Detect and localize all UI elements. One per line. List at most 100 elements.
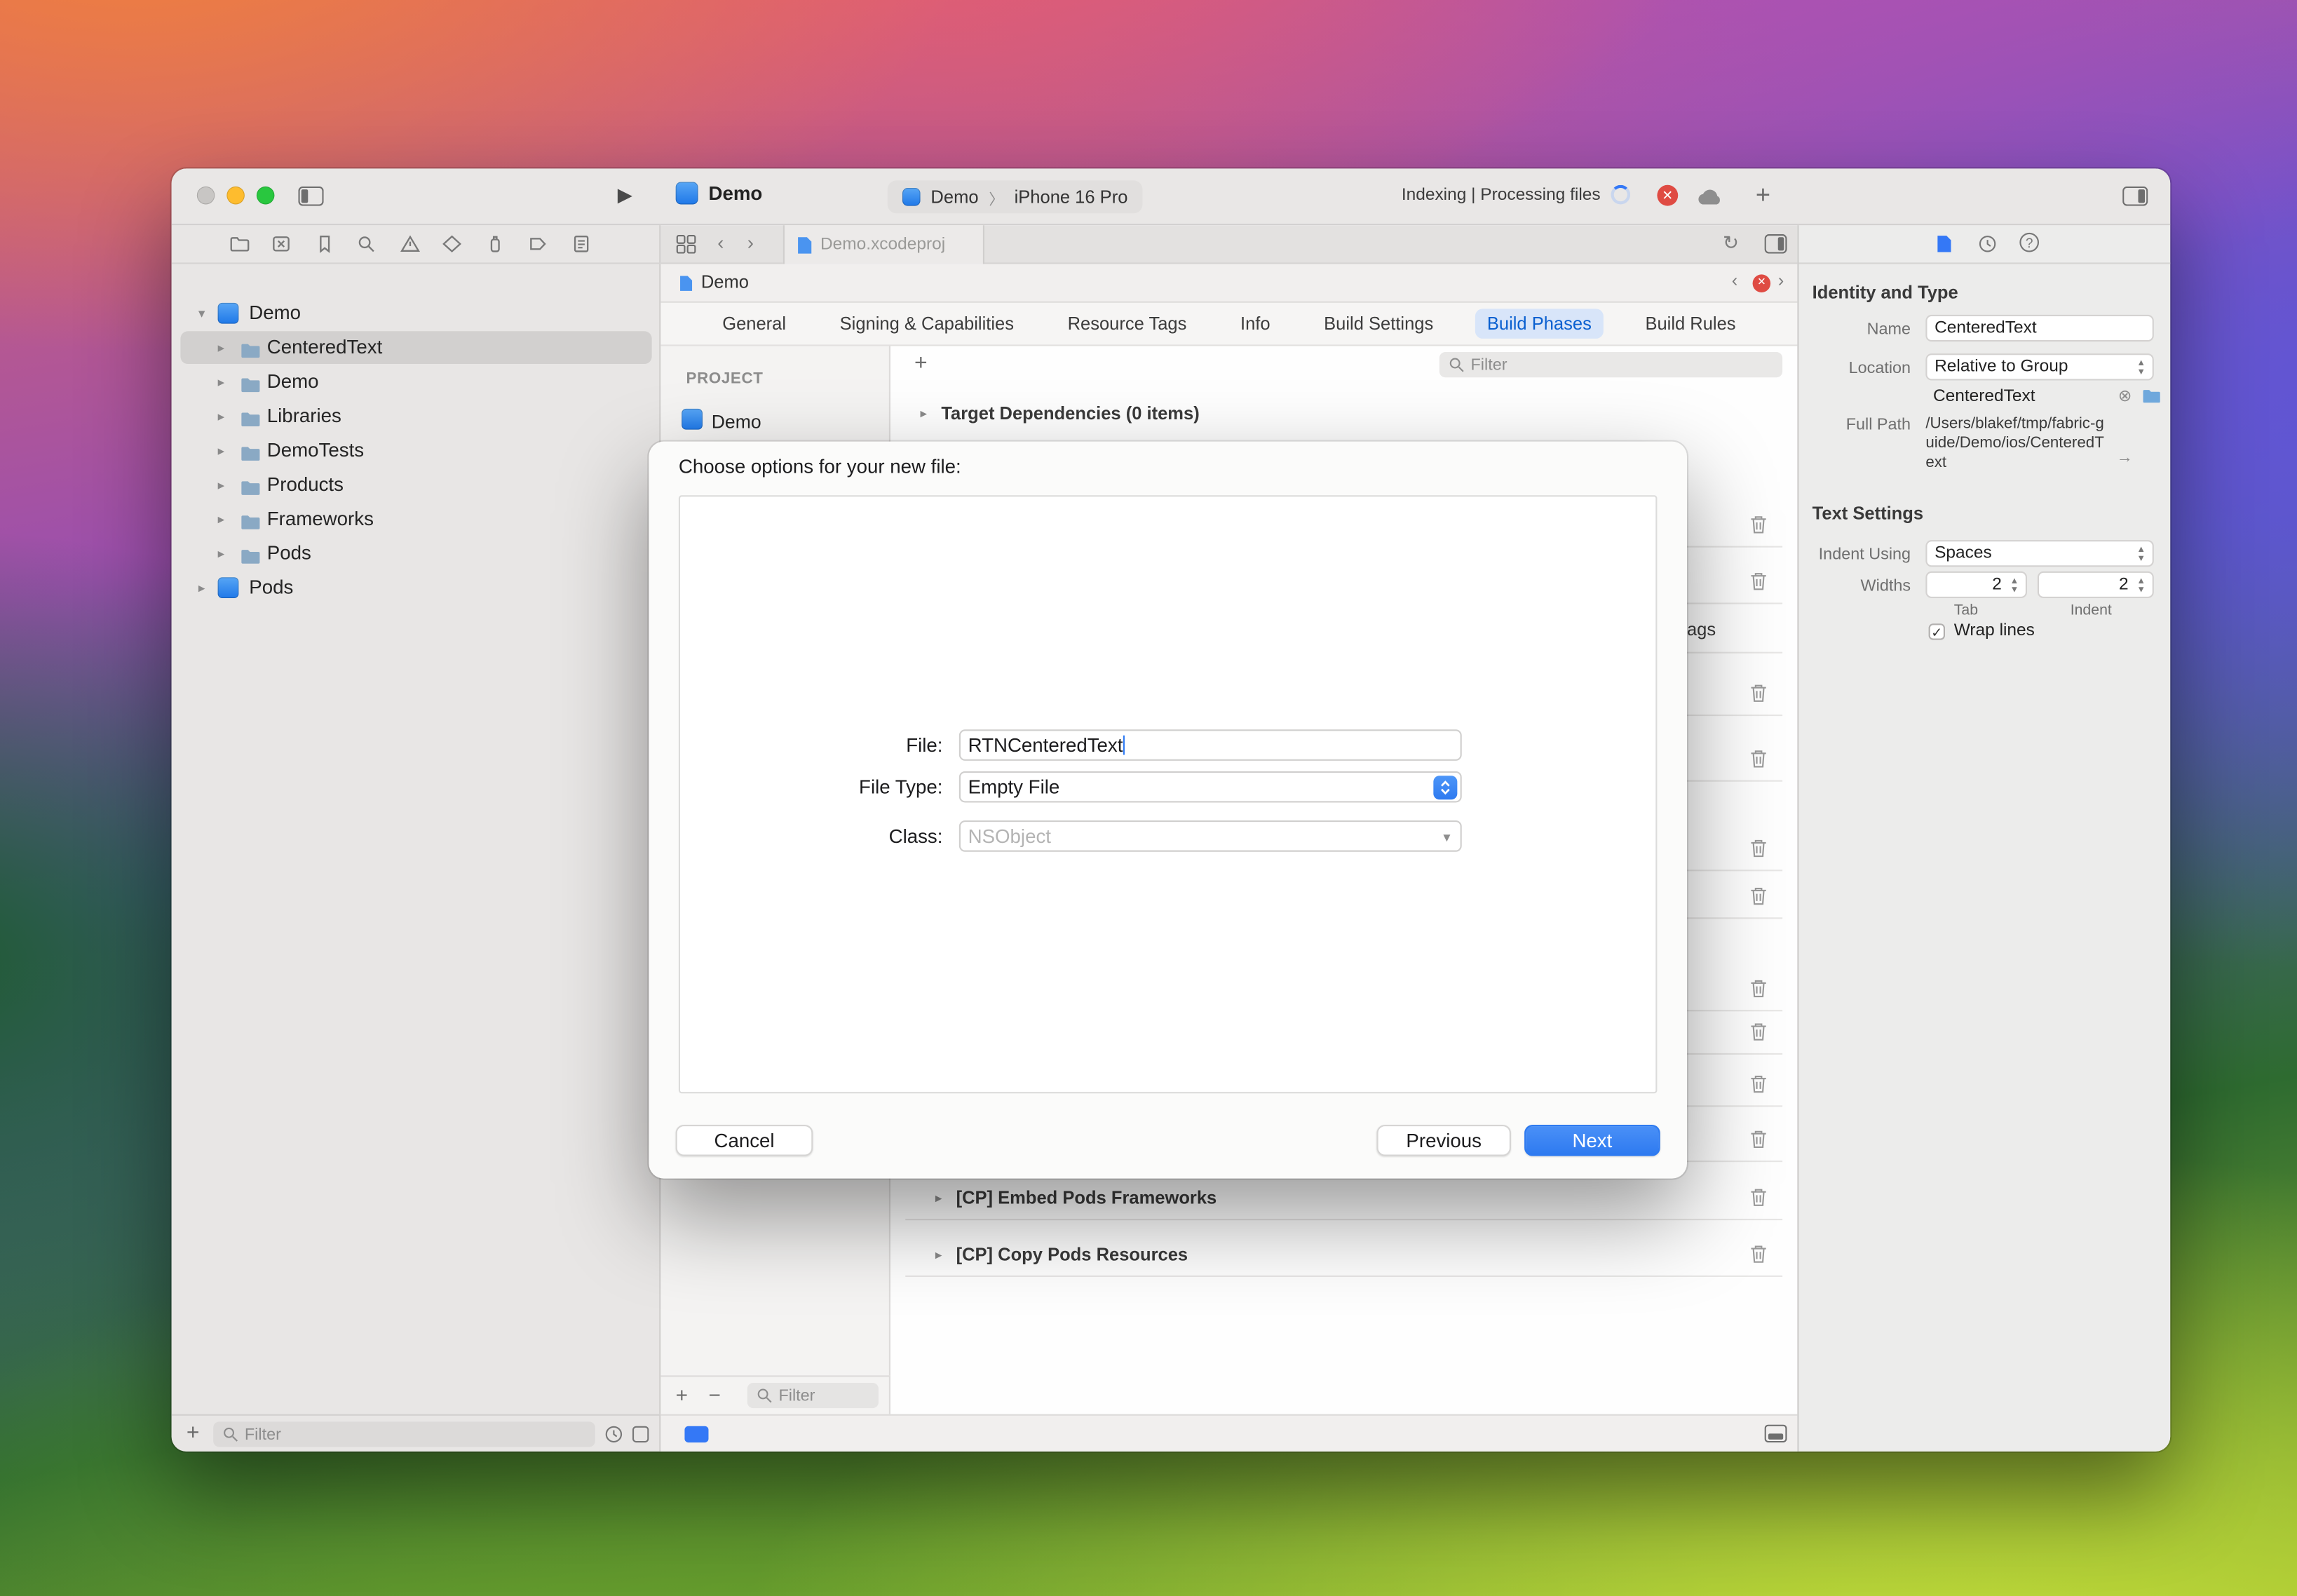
phases-header[interactable]: Target Dependencies (0 items)	[941, 403, 1199, 424]
adjust-editor-icon[interactable]	[684, 1426, 708, 1442]
help-inspector-icon[interactable]: ?	[2019, 233, 2039, 252]
tree-item-demo-group[interactable]: ▸ Demo	[180, 365, 651, 398]
tree-item-libraries[interactable]: ▸ Libraries	[180, 400, 651, 433]
tab-build-phases[interactable]: Build Phases	[1475, 309, 1604, 339]
tree-item-demo-project[interactable]: ▾ Demo	[180, 297, 651, 330]
location-popup[interactable]: Relative to Group ▲▼	[1925, 353, 2153, 380]
tree-item-demotests[interactable]: ▸ DemoTests	[180, 434, 651, 467]
issues-navigator-icon[interactable]	[400, 234, 421, 258]
disclosure-chevron-icon[interactable]: ▸	[935, 1175, 942, 1220]
disclosure-chevron-icon[interactable]: ▸	[218, 503, 225, 536]
disclosure-chevron-icon[interactable]: ▾	[198, 297, 205, 330]
inspector-toggle-icon[interactable]	[2122, 187, 2148, 210]
trash-icon[interactable]	[1749, 1074, 1768, 1098]
close-button[interactable]	[197, 187, 215, 205]
add-file-button[interactable]: +	[187, 1420, 200, 1445]
add-build-phase-button[interactable]: +	[914, 351, 928, 376]
file-name-input[interactable]: RTNCenteredText	[959, 729, 1462, 761]
class-combobox[interactable]: NSObject ▼	[959, 820, 1462, 852]
file-inspector-icon[interactable]	[1936, 234, 1952, 258]
navigator-toggle-icon[interactable]	[298, 187, 323, 210]
previous-button[interactable]: Previous	[1376, 1125, 1510, 1156]
trash-icon[interactable]	[1749, 572, 1768, 595]
history-inspector-icon[interactable]	[1978, 234, 1998, 258]
disclosure-chevron-icon[interactable]: ▸	[218, 365, 225, 398]
tab-info[interactable]: Info	[1228, 309, 1282, 339]
back-button[interactable]: ‹	[717, 231, 724, 254]
build-phase-row-copy-pods[interactable]: ▸ [CP] Copy Pods Resources	[905, 1232, 1782, 1277]
jump-bar-item[interactable]: Demo	[701, 271, 749, 292]
stepper-arrows-icon[interactable]: ▲▼	[2133, 576, 2149, 595]
disclosure-chevron-icon[interactable]: ▸	[935, 1232, 942, 1277]
tab-demo-xcodeproj[interactable]: Demo.xcodeproj	[783, 225, 984, 264]
tab-general[interactable]: General	[710, 309, 798, 339]
forward-button[interactable]: ›	[747, 231, 754, 254]
disclosure-chevron-icon[interactable]: ▸	[218, 434, 225, 467]
source-control-icon[interactable]	[271, 234, 292, 258]
jump-to-path-icon[interactable]: →	[2117, 449, 2133, 467]
disclosure-chevron-icon[interactable]: ▸	[218, 400, 225, 433]
name-field[interactable]: CenteredText	[1925, 315, 2153, 341]
tab-build-rules[interactable]: Build Rules	[1633, 309, 1747, 339]
target-filter-field[interactable]: Filter	[747, 1383, 879, 1408]
add-editor-icon[interactable]	[1765, 234, 1787, 258]
tree-item-products[interactable]: ▸ Products	[180, 468, 651, 501]
trash-icon[interactable]	[1749, 1129, 1768, 1153]
disclosure-chevron-icon[interactable]: ▸	[218, 331, 225, 364]
disclosure-chevron-icon[interactable]: ▸	[218, 468, 225, 501]
cancel-button[interactable]: Cancel	[676, 1125, 813, 1156]
destination-control[interactable]: Demo 〉 iPhone 16 Pro	[888, 180, 1143, 213]
disclosure-chevron-icon[interactable]: ▸	[218, 537, 225, 570]
scheme-control[interactable]: Demo	[676, 182, 763, 205]
wrap-lines-checkbox[interactable]: ✓	[1929, 623, 1945, 640]
trash-icon[interactable]	[1749, 979, 1768, 1003]
add-button[interactable]: +	[1756, 180, 1770, 210]
zoom-button[interactable]	[257, 187, 275, 205]
trash-icon[interactable]	[1749, 839, 1768, 863]
stepper-arrows-icon[interactable]: ▲▼	[2006, 576, 2022, 595]
tree-item-pods-project[interactable]: ▸ Pods	[180, 572, 651, 604]
issue-badge[interactable]: ✕	[1753, 274, 1771, 292]
next-button[interactable]: Next	[1524, 1125, 1660, 1156]
canvas-toggle-icon[interactable]	[1765, 1425, 1787, 1447]
recents-filter-icon[interactable]	[604, 1425, 624, 1449]
breakpoints-navigator-icon[interactable]	[528, 234, 549, 258]
tab-build-settings[interactable]: Build Settings	[1312, 309, 1445, 339]
indent-width-stepper[interactable]: 2 ▲▼	[2038, 572, 2154, 598]
tree-item-centeredtext[interactable]: ▸ CenteredText	[180, 331, 651, 364]
related-items-icon[interactable]	[676, 234, 697, 258]
choose-folder-icon[interactable]	[2142, 388, 2162, 409]
disclosure-chevron-icon[interactable]: ▸	[198, 572, 205, 604]
trash-icon[interactable]	[1749, 749, 1768, 773]
bookmarks-icon[interactable]	[315, 234, 336, 258]
project-item-label[interactable]: Demo	[712, 412, 761, 433]
add-target-button[interactable]: +	[676, 1383, 688, 1407]
reset-location-icon[interactable]: ⊗	[2118, 386, 2132, 406]
trash-icon[interactable]	[1749, 886, 1768, 910]
tests-navigator-icon[interactable]	[442, 234, 463, 258]
navigator-filter-field[interactable]: Filter	[213, 1421, 595, 1447]
tab-resource-tags[interactable]: Resource Tags	[1056, 309, 1199, 339]
prev-issue-icon[interactable]: ‹	[1732, 270, 1738, 291]
trash-icon[interactable]	[1749, 683, 1768, 707]
run-button[interactable]: ▶	[618, 184, 632, 208]
next-issue-icon[interactable]: ›	[1778, 270, 1784, 291]
remove-target-button[interactable]: −	[708, 1383, 720, 1407]
trash-icon[interactable]	[1749, 1244, 1768, 1268]
disclosure-chevron-icon[interactable]: ▸	[921, 406, 928, 422]
build-phase-filter-field[interactable]: Filter	[1439, 352, 1782, 377]
reports-navigator-icon[interactable]	[571, 234, 592, 258]
indent-using-popup[interactable]: Spaces ▲▼	[1925, 540, 2153, 567]
scm-filter-icon[interactable]	[631, 1425, 651, 1449]
tab-signing[interactable]: Signing & Capabilities	[828, 309, 1026, 339]
build-phase-row-embed-pods[interactable]: ▸ [CP] Embed Pods Frameworks	[905, 1175, 1782, 1220]
find-navigator-icon[interactable]	[356, 234, 377, 258]
trash-icon[interactable]	[1749, 515, 1768, 539]
debug-navigator-icon[interactable]	[485, 234, 506, 258]
tree-item-frameworks[interactable]: ▸ Frameworks	[180, 503, 651, 536]
tab-width-stepper[interactable]: 2 ▲▼	[1925, 572, 2027, 598]
project-navigator-icon[interactable]	[230, 234, 251, 258]
file-type-popup[interactable]: Empty File	[959, 771, 1462, 803]
trash-icon[interactable]	[1749, 1022, 1768, 1046]
trash-icon[interactable]	[1749, 1187, 1768, 1211]
